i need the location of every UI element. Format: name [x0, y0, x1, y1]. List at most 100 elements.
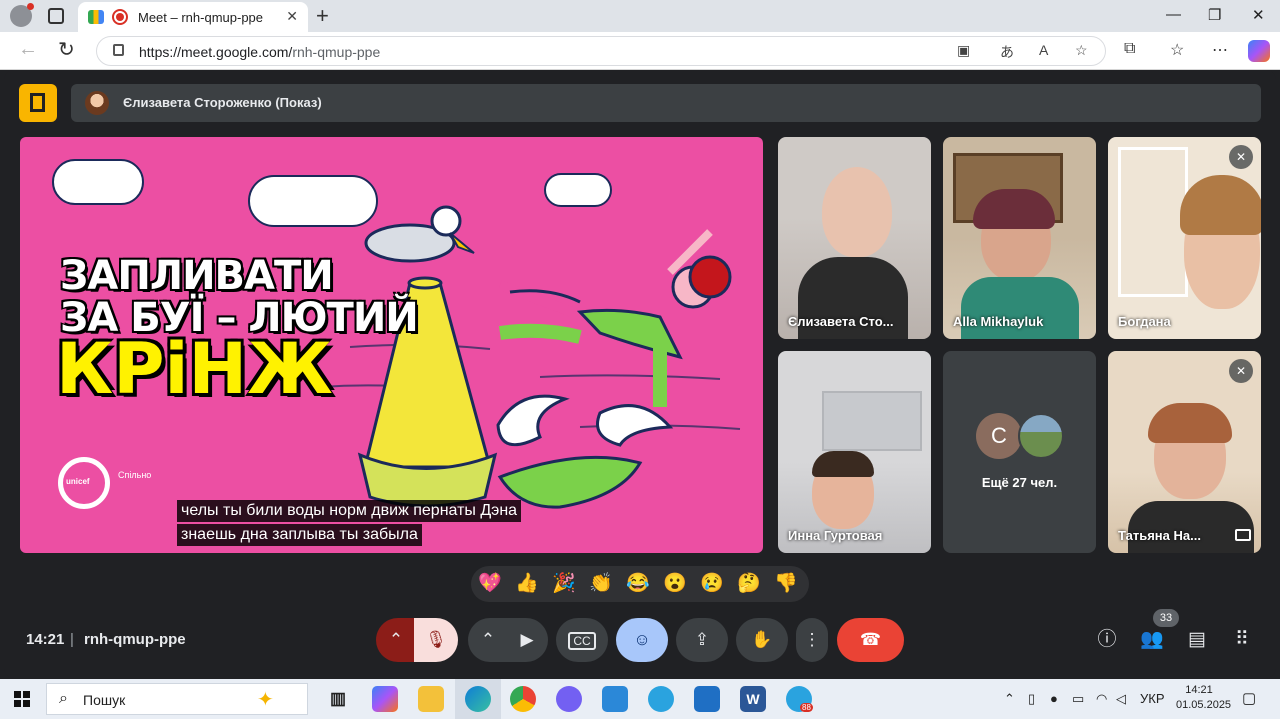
reactions-button[interactable]: ☺: [616, 618, 668, 662]
reaction-party-icon[interactable]: 🎉: [551, 572, 577, 596]
new-tab-button[interactable]: +: [316, 3, 329, 29]
present-now-button[interactable]: ⇪: [676, 618, 728, 662]
copilot-icon[interactable]: [1248, 40, 1270, 62]
download-app-icon[interactable]: [694, 686, 720, 712]
read-aloud-icon[interactable]: A: [1039, 42, 1048, 58]
viber-icon[interactable]: [556, 686, 582, 712]
tab-title: Meet – rnh-qmup-ppe: [138, 10, 264, 25]
end-call-icon: ☎: [859, 630, 882, 649]
participant-tile[interactable]: ✕ Татьяна На...: [1108, 351, 1261, 553]
audio-options-button[interactable]: ⌃: [376, 618, 416, 662]
notification-badge: 88: [800, 703, 813, 712]
chevron-up-icon: ⌃: [388, 630, 404, 649]
edge-browser-icon[interactable]: [465, 686, 491, 712]
participant-name: Татьяна На...: [1118, 528, 1201, 543]
mic-off-icon: ✕: [1229, 359, 1253, 383]
windows-start-icon[interactable]: [14, 691, 30, 707]
caption-line: челы ты били воды норм движ пернаты Дэна: [177, 500, 522, 522]
brand-text: Спільно: [118, 470, 152, 480]
reaction-thumbs-up-icon[interactable]: 👍: [514, 572, 540, 596]
store-icon[interactable]: [602, 686, 628, 712]
participant-tile[interactable]: Alla Mikhayluk: [943, 137, 1096, 339]
file-explorer-icon[interactable]: [418, 686, 444, 712]
task-view-icon[interactable]: ▥: [325, 686, 351, 712]
reaction-clap-icon[interactable]: 👏: [588, 572, 614, 596]
participant-name: Єлизавета Сто...: [788, 314, 894, 329]
back-arrow-icon[interactable]: ←: [18, 38, 38, 61]
captions-button[interactable]: CC: [556, 618, 608, 662]
presentation-slide: ЗАПЛИВАТИ ЗА БУЇ – ЛЮТИЙ КРіНЖ unicef Сп…: [20, 137, 763, 553]
more-participants-tile[interactable]: С Ещё 27 чел.: [943, 351, 1096, 553]
caption-line: знаешь дна заплыва ты забыла: [177, 524, 422, 546]
microphone-tray-icon[interactable]: ●: [1050, 691, 1058, 706]
battery-icon[interactable]: ▭: [1072, 691, 1084, 707]
lock-icon: [113, 44, 124, 56]
meeting-clock: 14:21: [26, 631, 65, 648]
copilot-app-icon[interactable]: [372, 686, 398, 712]
more-options-button[interactable]: ⋮: [796, 618, 828, 662]
show-hidden-icons-icon[interactable]: ⌃: [1004, 691, 1015, 707]
language-indicator[interactable]: УКР: [1140, 691, 1165, 706]
translate-icon[interactable]: あ: [1000, 42, 1014, 62]
telegram-icon[interactable]: [648, 686, 674, 712]
maximize-button[interactable]: ❐: [1208, 6, 1221, 24]
camera-toggle-button[interactable]: ▶: [506, 618, 548, 662]
slide-title: ЗАПЛИВАТИ ЗА БУЇ – ЛЮТИЙ: [60, 253, 419, 341]
reaction-surprised-icon[interactable]: 😮: [662, 572, 688, 596]
participant-tile[interactable]: Єлизавета Сто...: [778, 137, 931, 339]
profile-icon[interactable]: [10, 3, 34, 27]
volume-icon[interactable]: ◁: [1116, 691, 1126, 707]
taskbar-clock[interactable]: 14:21 01.05.2025: [1176, 683, 1231, 713]
participant-tile[interactable]: Инна Гуртовая: [778, 351, 931, 553]
url-field[interactable]: https://meet.google.com/rnh-qmup-ppe ▣ あ…: [96, 36, 1106, 66]
chat-icon[interactable]: ▤: [1185, 628, 1209, 652]
participant-video: [822, 167, 892, 257]
more-participants-label: Ещё 27 чел.: [981, 475, 1058, 490]
tab-close-icon[interactable]: ✕: [286, 8, 298, 25]
presentation-banner: Єлизавета Стороженко (Показ): [71, 84, 1261, 122]
tab-meet[interactable]: Meet – rnh-qmup-ppe ✕: [78, 2, 308, 32]
participant-tile[interactable]: ✕ Богдана: [1108, 137, 1261, 339]
webcam-tray-icon[interactable]: ▯: [1028, 691, 1035, 707]
url-text[interactable]: https://meet.google.com/rnh-qmup-ppe: [139, 44, 380, 60]
pin-tile-icon[interactable]: [1235, 529, 1251, 541]
activities-icon[interactable]: ⠿: [1230, 628, 1254, 652]
reaction-thinking-icon[interactable]: 🤔: [736, 572, 762, 596]
mic-off-icon: 🎙: [425, 630, 447, 649]
video-options-button[interactable]: ⌃: [468, 618, 508, 662]
minimize-button[interactable]: —: [1166, 6, 1181, 23]
leave-room-icon[interactable]: [19, 84, 57, 122]
favorite-star-icon[interactable]: ☆: [1075, 42, 1088, 59]
taskbar-search-field[interactable]: ⌕ Пошук ✦: [46, 683, 308, 715]
meeting-details-icon[interactable]: ⓘ: [1095, 628, 1119, 652]
meeting-code: rnh-qmup-ppe: [84, 631, 186, 648]
wifi-icon[interactable]: ◠: [1096, 691, 1107, 707]
word-icon[interactable]: W: [740, 686, 766, 712]
raise-hand-button[interactable]: ✋: [736, 618, 788, 662]
reload-icon[interactable]: ↻: [58, 37, 75, 62]
notifications-icon[interactable]: ▢: [1242, 689, 1256, 707]
reaction-sad-icon[interactable]: 😢: [699, 572, 725, 596]
more-menu-icon[interactable]: ⋯: [1212, 40, 1228, 60]
camera-permission-icon[interactable]: ▣: [957, 42, 970, 59]
leave-call-button[interactable]: ☎: [837, 618, 904, 662]
reaction-thumbs-down-icon[interactable]: 👎: [773, 572, 799, 596]
close-window-button[interactable]: ✕: [1252, 6, 1265, 24]
presenter-label: Єлизавета Стороженко (Показ): [123, 95, 322, 110]
reaction-heart-icon[interactable]: 💖: [477, 572, 503, 596]
browser-tab-bar: Meet – rnh-qmup-ppe ✕ + — ❐ ✕: [0, 0, 1280, 32]
separator: |: [70, 631, 74, 648]
meet-favicon-icon: [88, 10, 104, 24]
reaction-laugh-icon[interactable]: 😂: [625, 572, 651, 596]
participant-avatar: С: [976, 413, 1022, 459]
chrome-icon[interactable]: [510, 686, 536, 712]
more-vertical-icon: ⋮: [803, 630, 821, 649]
participant-avatar: [1018, 413, 1064, 459]
presenter-avatar: [85, 91, 109, 115]
microphone-toggle-button[interactable]: 🎙: [414, 618, 458, 662]
extensions-icon[interactable]: ⧉: [1124, 40, 1135, 58]
people-icon[interactable]: 👥: [1140, 628, 1164, 652]
slide-headline: КРіНЖ: [56, 328, 333, 410]
tab-actions-icon[interactable]: [48, 8, 64, 24]
favorites-icon[interactable]: ☆: [1170, 40, 1184, 60]
